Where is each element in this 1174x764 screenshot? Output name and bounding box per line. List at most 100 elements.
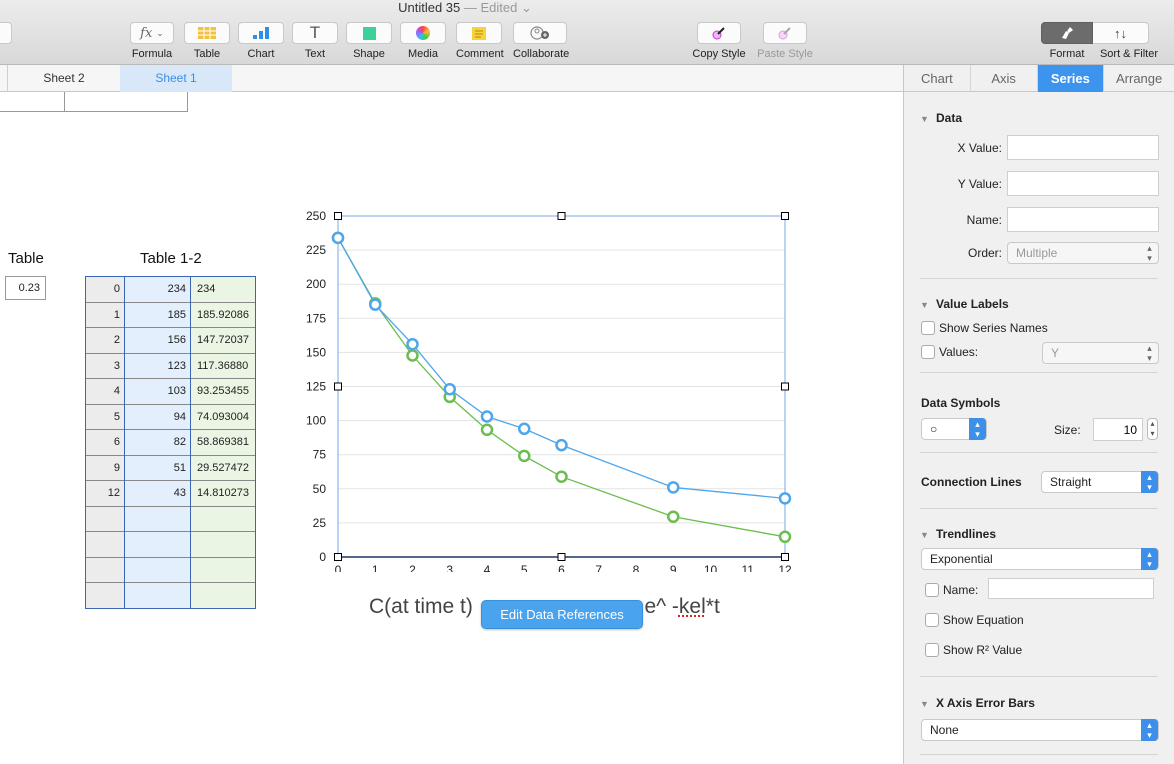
values-select[interactable]: Y ▴ ▾	[1042, 342, 1159, 364]
row-header-cell[interactable]: 1	[85, 301, 125, 328]
data-point[interactable]	[518, 449, 531, 463]
data-point[interactable]	[667, 481, 680, 494]
edit-data-references-button[interactable]: Edit Data References	[481, 600, 643, 629]
row-header-cell[interactable]	[85, 531, 125, 557]
resize-handle[interactable]	[781, 553, 789, 561]
data-point[interactable]	[369, 298, 382, 311]
data-point[interactable]	[555, 470, 568, 483]
data-section-header[interactable]: ▼ Data	[920, 111, 962, 125]
trendline-name-input[interactable]	[988, 578, 1154, 599]
table-cell[interactable]	[124, 556, 191, 583]
table-cell[interactable]	[124, 531, 191, 557]
partial-table[interactable]	[0, 92, 188, 112]
resize-handle[interactable]	[334, 382, 342, 391]
shape-button[interactable]: Shape	[346, 22, 392, 60]
y-value-input[interactable]	[1007, 171, 1159, 196]
table-cell[interactable]: 29.527472	[190, 454, 256, 481]
table-cell[interactable]	[124, 505, 191, 532]
table-cell-value[interactable]: 0.23	[5, 276, 46, 300]
chevron-down-icon[interactable]: ⌄	[521, 0, 532, 15]
row-header-cell[interactable]: 4	[85, 378, 125, 404]
value-labels-section-header[interactable]: ▼ Value Labels	[920, 297, 1009, 311]
row-header-cell[interactable]: 2	[85, 327, 125, 353]
resize-handle[interactable]	[557, 212, 566, 220]
show-series-names-checkbox[interactable]	[921, 321, 935, 335]
row-header-cell[interactable]: 5	[85, 403, 125, 430]
media-button[interactable]: Media	[400, 22, 446, 60]
row-header-cell[interactable]: 9	[85, 454, 125, 481]
values-checkbox[interactable]	[921, 345, 935, 359]
format-button[interactable]	[1041, 22, 1093, 44]
table-cell[interactable]: 185	[124, 301, 191, 328]
x-error-bars-select[interactable]: None ▴ ▾	[921, 719, 1159, 741]
data-point[interactable]	[480, 410, 494, 423]
table-cell[interactable]: 123	[124, 352, 191, 379]
row-header-cell[interactable]	[85, 582, 125, 609]
trendline-type-select[interactable]: Exponential ▴ ▾	[921, 548, 1159, 570]
data-point[interactable]	[443, 382, 456, 396]
data-point[interactable]	[480, 423, 494, 437]
size-stepper[interactable]: ▴ ▾	[1147, 418, 1158, 440]
collaborate-button[interactable]: Collaborate	[513, 22, 569, 60]
resize-handle[interactable]	[334, 553, 342, 561]
connection-lines-select[interactable]: Straight ▴ ▾	[1041, 471, 1159, 493]
order-select[interactable]: Multiple ▴ ▾	[1007, 242, 1159, 264]
data-point[interactable]	[667, 510, 680, 523]
table-cell[interactable]: 185.92086	[190, 301, 256, 328]
comment-button[interactable]: Comment	[456, 22, 504, 60]
data-point[interactable]	[331, 231, 345, 245]
row-header-cell[interactable]: 6	[85, 429, 125, 455]
resize-handle[interactable]	[781, 382, 789, 391]
resize-handle[interactable]	[557, 553, 566, 561]
table-cell[interactable]: 147.72037	[190, 327, 256, 353]
tab-sheet-1[interactable]: Sheet 1	[120, 65, 232, 92]
row-header-cell[interactable]	[85, 556, 125, 583]
data-point[interactable]	[778, 492, 792, 505]
table-cell[interactable]	[190, 531, 256, 557]
resize-handle[interactable]	[781, 212, 789, 220]
table-cell[interactable]	[190, 505, 256, 532]
name-input[interactable]	[1007, 207, 1159, 232]
table-cell[interactable]: 117.36880	[190, 352, 256, 379]
data-point[interactable]	[406, 349, 419, 362]
table-cell[interactable]: 74.093004	[190, 403, 256, 430]
sort-filter-button[interactable]: ↑↓	[1093, 22, 1149, 44]
show-r2-checkbox[interactable]	[925, 643, 939, 657]
table-cell[interactable]: 156	[124, 327, 191, 353]
tab-axis[interactable]: Axis	[971, 65, 1038, 92]
copy-style-button[interactable]: Copy Style	[692, 22, 746, 60]
data-point[interactable]	[518, 422, 531, 436]
trendlines-section-header[interactable]: ▼ Trendlines	[920, 527, 996, 541]
table-cell[interactable]	[124, 582, 191, 609]
row-header-cell[interactable]: 3	[85, 352, 125, 379]
data-point[interactable]	[555, 438, 568, 452]
trendline-name-checkbox[interactable]	[925, 583, 939, 597]
data-point[interactable]	[406, 337, 419, 351]
table-cell[interactable]: 58.869381	[190, 429, 256, 455]
table-cell[interactable]: 93.253455	[190, 378, 256, 404]
symbol-size-input[interactable]	[1093, 418, 1143, 441]
show-equation-checkbox[interactable]	[925, 613, 939, 627]
resize-handle[interactable]	[334, 212, 342, 220]
paste-style-button[interactable]: Paste Style	[757, 22, 813, 60]
data-point[interactable]	[778, 530, 792, 544]
table-cell[interactable]	[190, 582, 256, 609]
table-cell[interactable]: 103	[124, 378, 191, 404]
row-header-cell[interactable]: 12	[85, 480, 125, 506]
chart-button[interactable]: Chart	[238, 22, 284, 60]
document-status[interactable]: — Edited	[464, 0, 517, 15]
table-cell[interactable]: 82	[124, 429, 191, 455]
x-value-input[interactable]	[1007, 135, 1159, 160]
row-header-cell[interactable]: 0	[85, 276, 125, 302]
tab-sheet-2[interactable]: Sheet 2	[7, 65, 120, 92]
tab-arrange[interactable]: Arrange	[1104, 65, 1174, 92]
table-cell[interactable]: 234	[190, 276, 256, 302]
table-cell[interactable]: 94	[124, 403, 191, 430]
row-header-cell[interactable]	[85, 505, 125, 532]
table-cell[interactable]	[190, 556, 256, 583]
view-button[interactable]	[0, 22, 12, 44]
data-symbol-select[interactable]: ○ ▴ ▾	[921, 418, 987, 440]
tab-chart[interactable]: Chart	[904, 65, 971, 92]
table-cell[interactable]: 234	[124, 276, 191, 302]
table-cell[interactable]: 14.810273	[190, 480, 256, 506]
